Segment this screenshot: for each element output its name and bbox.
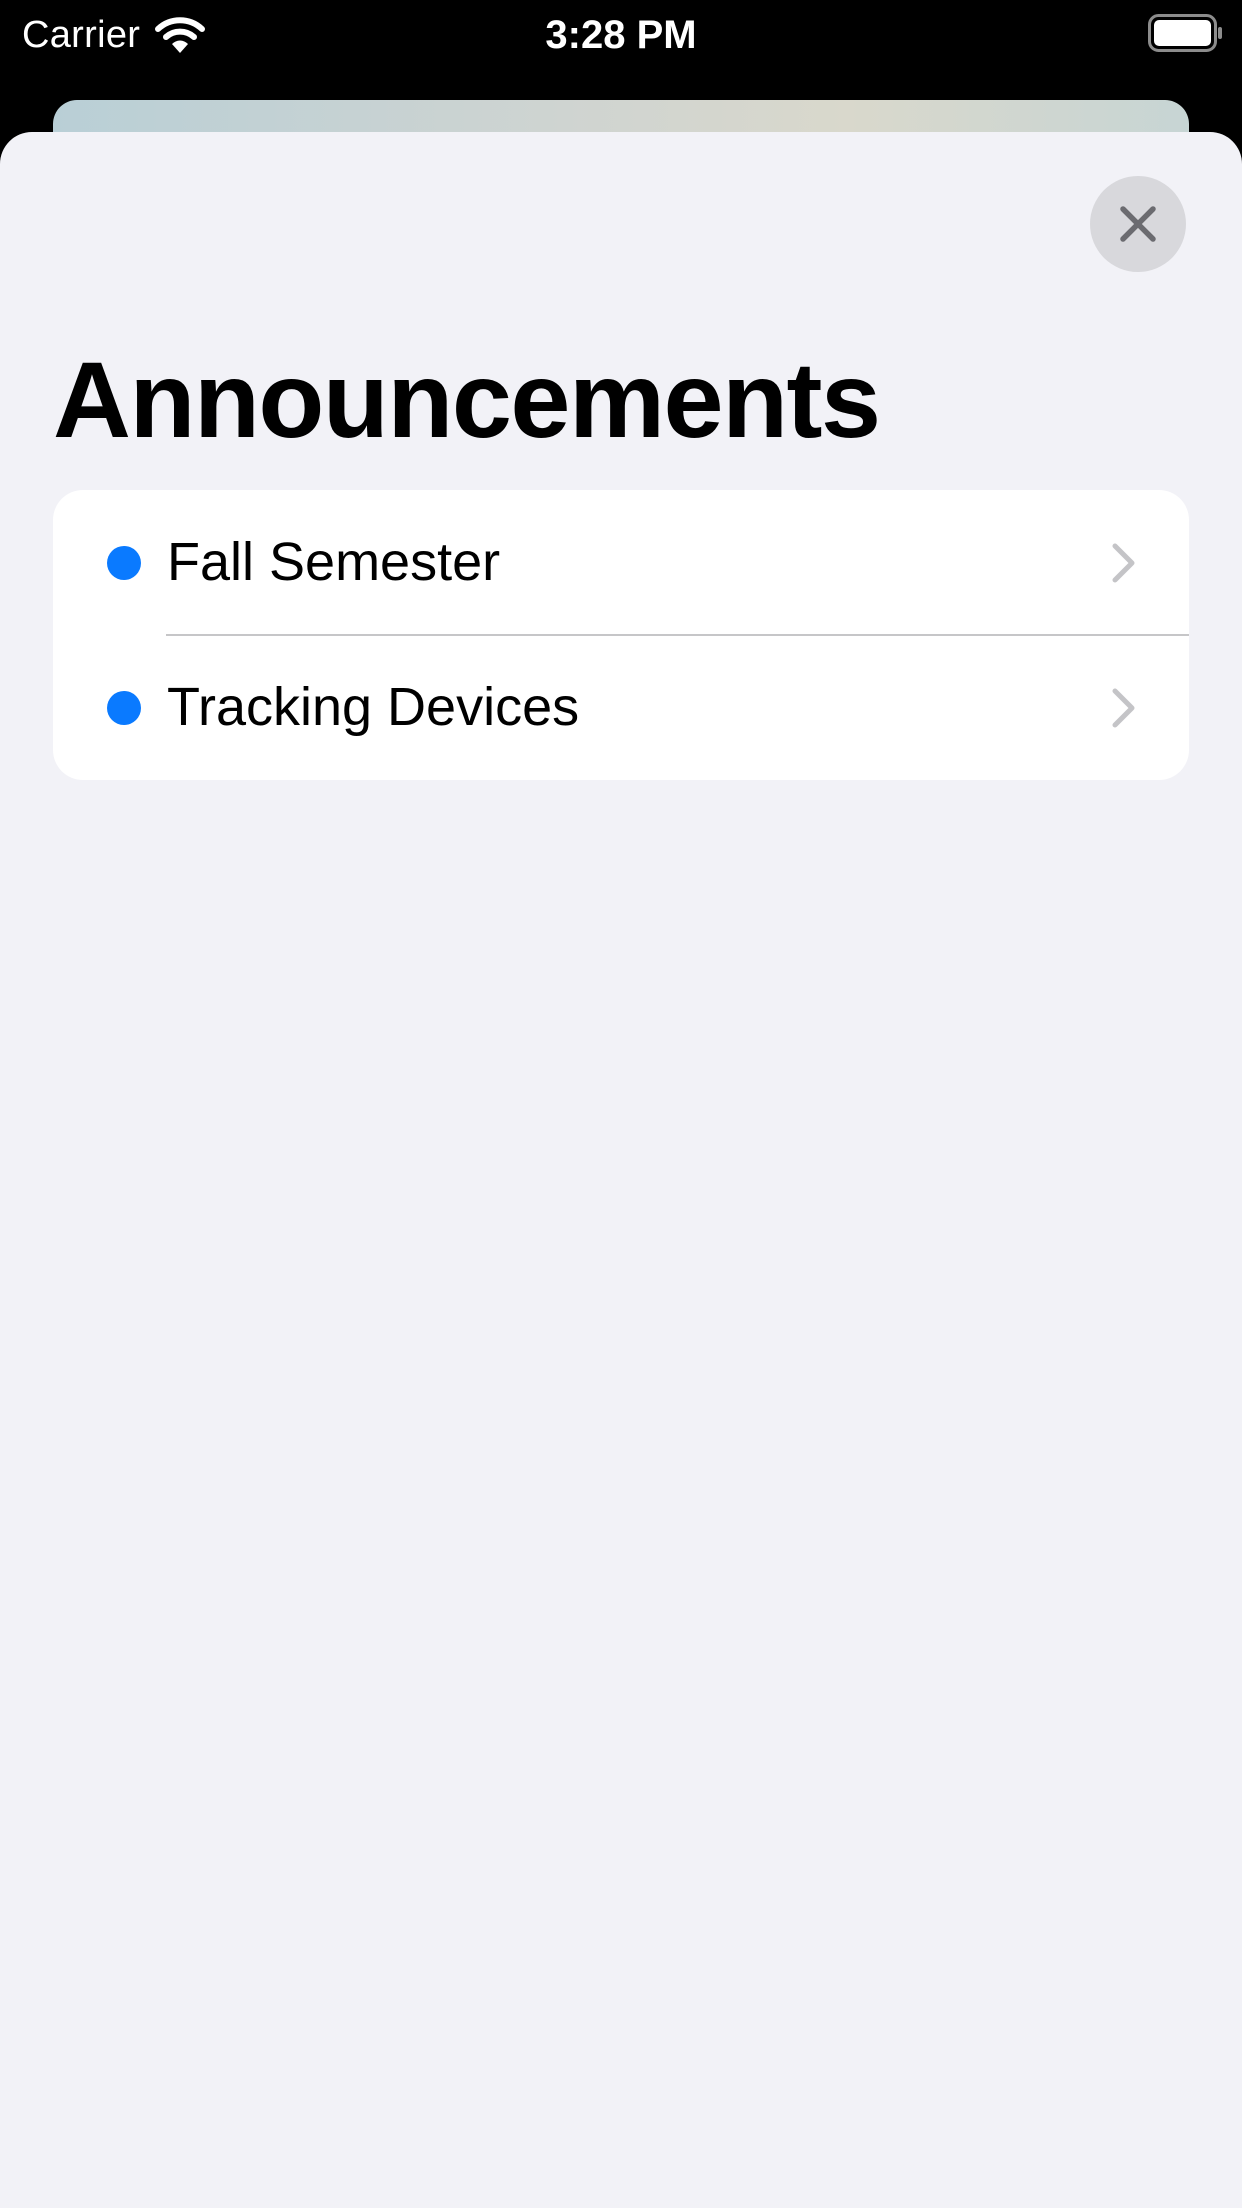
page-title: Announcements [53,339,881,460]
announcement-title: Fall Semester [167,532,501,592]
chevron-right-icon [1112,688,1135,728]
unread-dot-icon [107,546,141,580]
close-button[interactable] [1090,176,1186,272]
announcement-title: Tracking Devices [167,677,580,737]
announcements-list: Fall Semester Tracking Devices [53,490,1189,780]
status-time: 3:28 PM [545,13,697,57]
battery-icon [1148,14,1222,52]
list-item[interactable]: Tracking Devices [53,635,1189,780]
close-icon [1120,206,1156,242]
status-bar: Carrier 3:28 PM [0,0,1242,100]
list-item[interactable]: Fall Semester [53,490,1189,635]
unread-dot-icon [107,691,141,725]
chevron-right-icon [1112,543,1135,583]
